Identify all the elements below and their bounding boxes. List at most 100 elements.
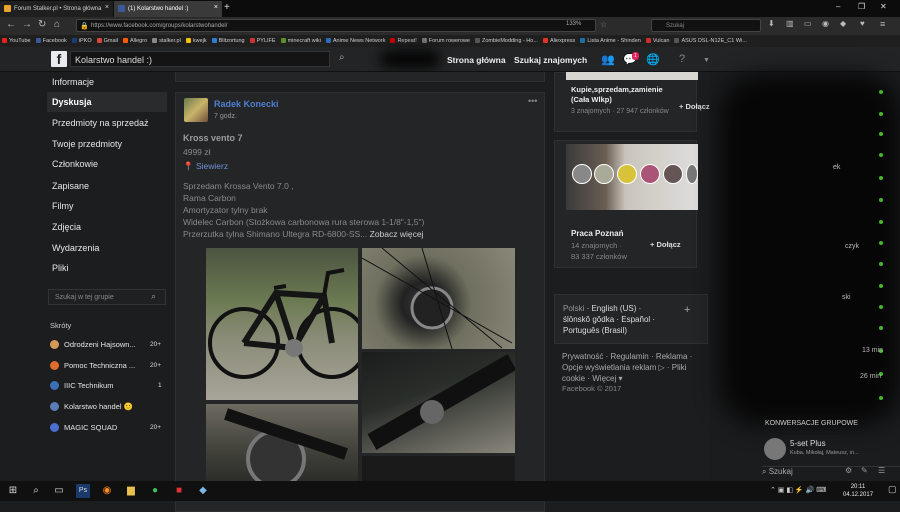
notification-center-icon[interactable]: ▢ — [888, 484, 897, 495]
left-nav-item[interactable]: Twoje przedmioty — [52, 139, 122, 149]
left-nav-item[interactable]: Zapisane — [52, 181, 89, 191]
bookmark-item[interactable]: YouTube — [0, 35, 34, 44]
tab-kolarstwo-handel[interactable]: (1) Kolarstwo handel :) × — [114, 1, 222, 17]
tab-forum-stalker[interactable]: Forum Stalker.pl • Strona główna × — [0, 1, 113, 17]
chat-settings-icon[interactable]: ⚙ — [845, 466, 852, 475]
tray-icons[interactable]: ⌃ ▣ ◧ ⚡ 🔊 ⌨ — [770, 486, 826, 494]
forward-icon[interactable]: → — [22, 19, 32, 30]
bookmark-item[interactable]: kwejk — [184, 35, 210, 44]
bookmark-item[interactable]: PYLIFE — [248, 35, 279, 44]
group-cover-image[interactable] — [566, 72, 698, 80]
ad-choices-link[interactable]: Opcje wyświetlania reklam — [562, 363, 656, 372]
avatar[interactable] — [764, 438, 786, 460]
group-title[interactable]: Praca Poznań — [571, 229, 623, 238]
privacy-link[interactable]: Prywatność — [562, 352, 603, 361]
maximize-icon[interactable]: ❐ — [858, 2, 865, 11]
left-nav-item[interactable]: Przedmioty na sprzedaż — [52, 118, 149, 128]
task-view-icon[interactable]: ▭ — [52, 484, 66, 498]
search-icon[interactable]: ⌕ — [339, 52, 345, 63]
join-button[interactable]: + Dołącz — [679, 102, 710, 111]
close-icon[interactable]: × — [214, 4, 218, 11]
photoshop-icon[interactable]: Ps — [76, 484, 90, 498]
shortcut-item[interactable]: IIIC Technikum — [50, 381, 113, 390]
bookmark-item[interactable]: Aliexpress — [541, 35, 578, 44]
bookmark-item[interactable]: Blitzortung — [210, 35, 248, 44]
app-icon[interactable]: ● — [148, 484, 162, 498]
left-nav-item[interactable]: Pliki — [52, 263, 69, 273]
extension-icon[interactable]: ◉ — [822, 19, 829, 28]
join-button[interactable]: + Dołącz — [650, 240, 681, 249]
bookmark-item[interactable]: Facebook — [34, 35, 70, 44]
find-friends-link[interactable]: Szukaj znajomych — [514, 55, 587, 65]
contact-name-fragment[interactable]: ek — [833, 164, 840, 171]
bookmark-star-icon[interactable]: ☆ — [600, 20, 607, 29]
steam-icon[interactable]: ◆ — [196, 484, 210, 498]
post-time[interactable]: 7 godz. — [214, 113, 237, 120]
minimize-icon[interactable]: – — [836, 2, 840, 11]
contact-name-fragment[interactable]: czyk — [845, 243, 859, 250]
see-more-link[interactable]: Zobacz więcej — [370, 229, 424, 239]
bookmark-item[interactable]: Vulcan — [644, 35, 673, 44]
left-nav-item[interactable]: Członkowie — [52, 159, 98, 169]
url-bar[interactable]: 🔒 https://www.facebook.com/groups/kolarst… — [76, 19, 596, 32]
help-icon[interactable]: ? — [679, 53, 685, 65]
language-link[interactable]: English (US) — [591, 304, 636, 313]
menu-icon[interactable]: ≡ — [880, 19, 885, 29]
language-link[interactable]: Español — [621, 315, 650, 324]
bookmark-item[interactable]: Gmail — [95, 35, 121, 44]
friend-requests-icon[interactable]: 👥 — [601, 53, 615, 66]
home-icon[interactable]: ⌂ — [54, 19, 60, 30]
bike-frame-photo[interactable] — [362, 352, 515, 453]
shortcut-item[interactable]: Kolarstwo handel 🙂 — [50, 402, 133, 411]
bike-photo[interactable] — [206, 248, 358, 400]
group-chat-icon[interactable]: ☰ — [878, 466, 885, 475]
left-nav-item[interactable]: Wydarzenia — [52, 243, 99, 253]
back-icon[interactable]: ← — [6, 19, 16, 30]
crankset-photo[interactable] — [206, 404, 358, 484]
sidebar-icon[interactable]: ▭ — [804, 19, 812, 28]
home-link[interactable]: Strona główna — [447, 55, 506, 65]
more-link[interactable]: Więcej — [592, 374, 616, 383]
browser-search-input[interactable]: Szukaj — [651, 19, 761, 32]
group-chat-name[interactable]: 5-set Plus — [790, 439, 826, 448]
left-nav-item[interactable]: Informacje — [52, 77, 94, 87]
search-icon[interactable]: ⌕ — [151, 291, 156, 302]
language-link[interactable]: Português (Brasil) — [563, 326, 627, 335]
notifications-icon[interactable]: 🌐 — [646, 53, 660, 66]
group-search-input[interactable]: Szukaj w tej grupie — [48, 289, 166, 305]
bookmark-item[interactable]: ASUS DSL-N12E_C1 Wi... — [672, 35, 749, 44]
bookmark-item[interactable]: minecraft wiki — [279, 35, 324, 44]
facebook-search-input[interactable]: Kolarstwo handel :) — [70, 51, 330, 67]
more-options-icon[interactable]: ••• — [528, 96, 537, 106]
file-explorer-icon[interactable]: ▆ — [124, 484, 138, 498]
language-link[interactable]: ślōnskŏ gŏdka — [563, 315, 614, 324]
bookmark-item[interactable]: ZombieModding - Ho... — [473, 35, 541, 44]
shortcut-item[interactable]: Pomoc Techniczna ... — [50, 361, 135, 370]
left-nav-item[interactable]: Zdjęcia — [52, 222, 81, 232]
new-tab-button[interactable]: + — [224, 2, 230, 13]
close-icon[interactable]: × — [105, 4, 109, 11]
left-nav-item[interactable]: Dyskusja — [52, 97, 92, 107]
bookmark-item[interactable]: Allegro — [121, 35, 150, 44]
library-icon[interactable]: ▥ — [786, 19, 794, 28]
bike-detail-photo[interactable] — [362, 248, 515, 349]
bookmark-item[interactable]: Forum rowerowe — [420, 35, 473, 44]
add-language-icon[interactable]: + — [684, 304, 690, 316]
avatar[interactable] — [184, 98, 208, 122]
shortcut-item[interactable]: MAGIC SQUAD — [50, 423, 117, 432]
firefox-icon[interactable]: ◉ — [100, 484, 114, 498]
search-icon[interactable]: ⌕ — [29, 484, 43, 498]
left-nav-item[interactable]: Filmy — [52, 201, 74, 211]
shortcut-item[interactable]: Odrodzeni Hajsown... — [50, 340, 136, 349]
ads-link[interactable]: Reklama — [656, 352, 688, 361]
close-window-icon[interactable]: ✕ — [880, 2, 887, 11]
bookmark-item[interactable]: stalker.pl — [150, 35, 184, 44]
contact-name-fragment[interactable]: ski — [842, 294, 851, 301]
chevron-down-icon[interactable]: ▼ — [703, 57, 710, 64]
facebook-logo-icon[interactable]: f — [51, 51, 67, 67]
group-title[interactable]: Kupie,sprzedam,zamienie (Cała Wlkp) — [571, 85, 681, 105]
bookmark-item[interactable]: Lista Anime - Shinden — [578, 35, 644, 44]
bookmark-item[interactable]: Anime News Network — [324, 35, 389, 44]
bookmark-item[interactable]: Repeat! — [388, 35, 419, 44]
windows-start-icon[interactable]: ⊞ — [6, 484, 20, 498]
